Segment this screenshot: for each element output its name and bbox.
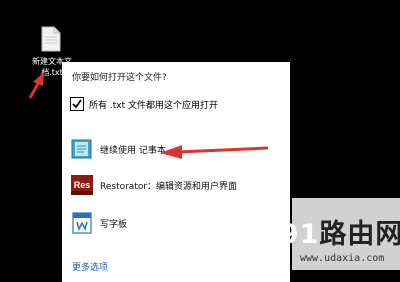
watermark-url: www.udaxia.com [300,253,385,264]
watermark-logo: 191路由网 [260,212,400,251]
watermark-number: 191 [260,219,320,250]
watermark-text: 路由网 [319,219,400,250]
arrow-to-notepad [160,145,269,159]
arrow-to-file [28,72,44,99]
